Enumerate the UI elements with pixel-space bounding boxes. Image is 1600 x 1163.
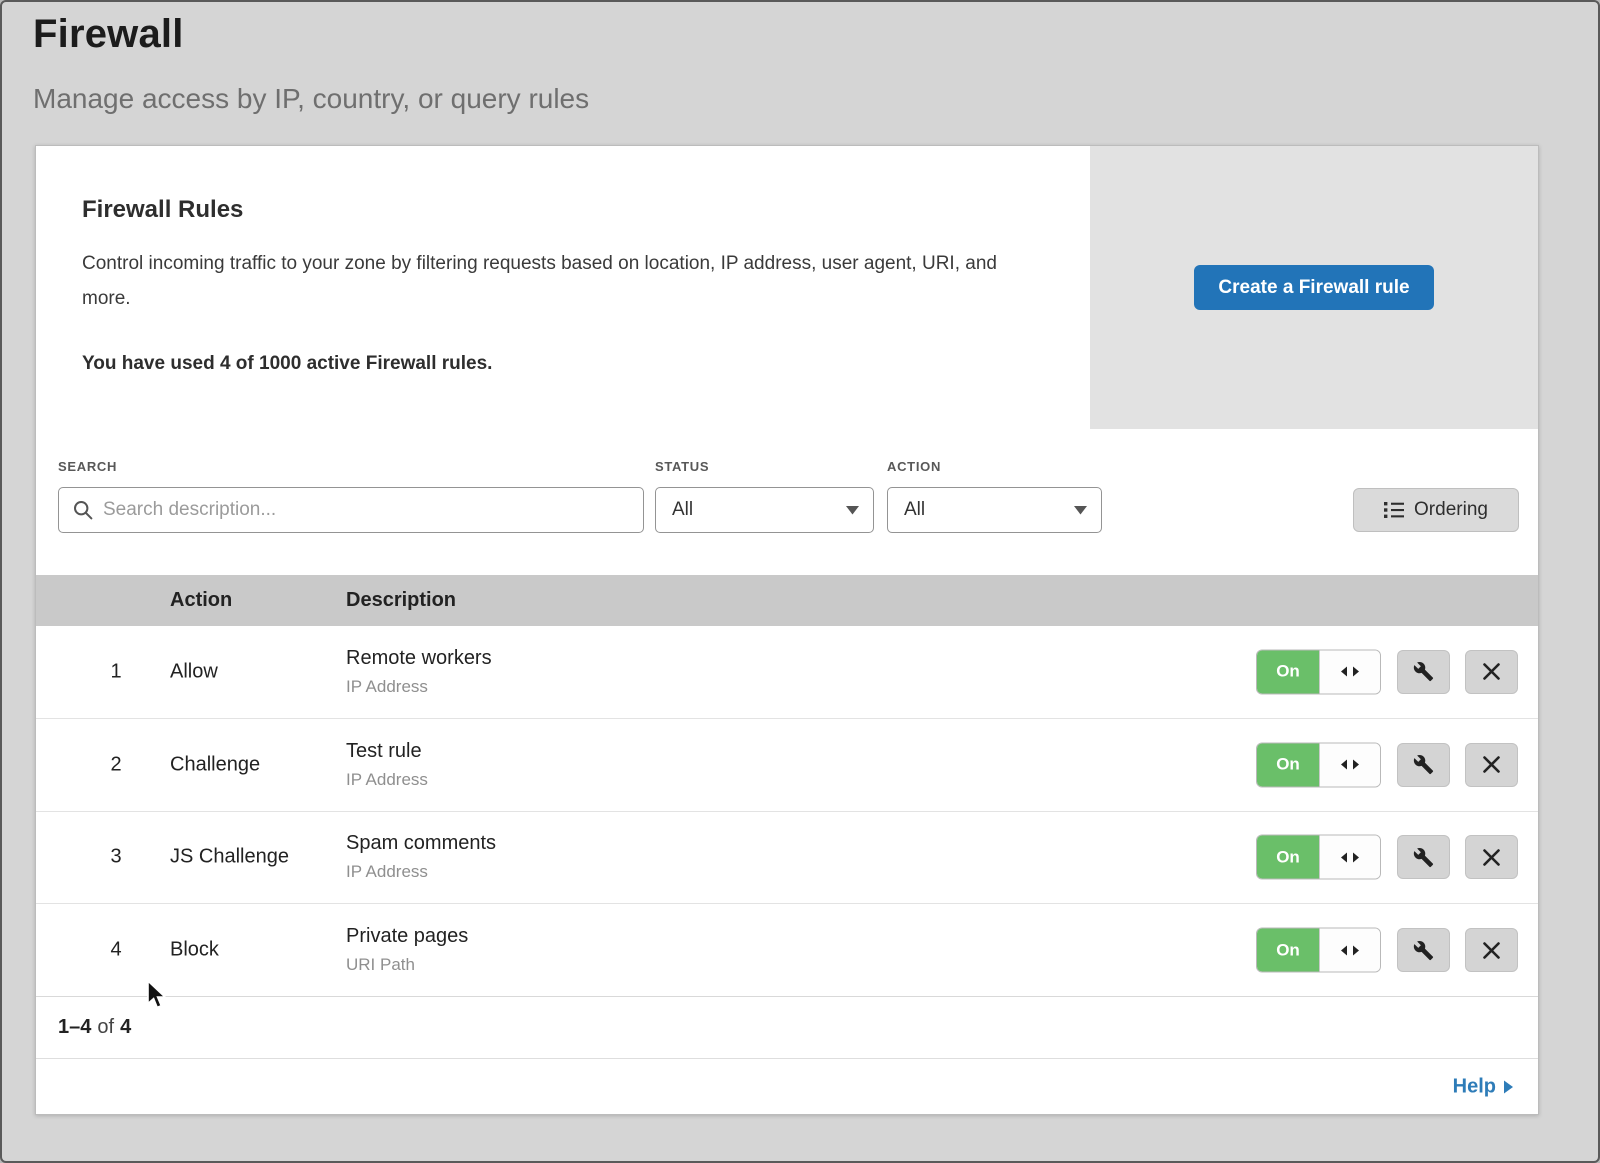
table-row: 2 Challenge Test rule IP Address On bbox=[36, 719, 1538, 812]
toggle-arrows-icon bbox=[1341, 852, 1359, 862]
rule-priority: 4 bbox=[96, 939, 136, 962]
create-firewall-rule-button[interactable]: Create a Firewall rule bbox=[1194, 265, 1433, 310]
action-label: ACTION bbox=[887, 459, 941, 474]
action-select[interactable]: All bbox=[887, 487, 1102, 533]
column-header-description: Description bbox=[346, 589, 456, 612]
wrench-icon bbox=[1413, 847, 1434, 868]
search-input[interactable] bbox=[58, 487, 644, 533]
toggle-handle[interactable] bbox=[1319, 650, 1380, 693]
toggle-handle[interactable] bbox=[1319, 743, 1380, 786]
ordering-list-icon bbox=[1384, 501, 1404, 519]
table-header: Action Description bbox=[36, 575, 1538, 626]
rule-description: Spam comments IP Address bbox=[346, 832, 496, 882]
rule-description-title: Remote workers bbox=[346, 647, 492, 670]
close-icon bbox=[1483, 663, 1500, 680]
page-subtitle: Manage access by IP, country, or query r… bbox=[33, 83, 589, 115]
toggle-handle[interactable] bbox=[1319, 929, 1380, 972]
toggle-on-label: On bbox=[1257, 743, 1319, 786]
rule-enabled-toggle[interactable]: On bbox=[1256, 649, 1381, 694]
page-header: Firewall Manage access by IP, country, o… bbox=[33, 12, 589, 115]
help-link[interactable]: Help bbox=[1453, 1076, 1513, 1099]
toggle-arrows-icon bbox=[1341, 667, 1359, 677]
status-select-value: All bbox=[672, 499, 693, 521]
chevron-down-icon bbox=[846, 506, 859, 515]
rule-match-type: IP Address bbox=[346, 677, 492, 697]
close-icon bbox=[1483, 849, 1500, 866]
delete-rule-button[interactable] bbox=[1465, 743, 1518, 787]
toggle-on-label: On bbox=[1257, 836, 1319, 879]
toggle-arrows-icon bbox=[1341, 945, 1359, 955]
delete-rule-button[interactable] bbox=[1465, 835, 1518, 879]
rule-match-type: URI Path bbox=[346, 955, 468, 975]
firewall-page: Firewall Manage access by IP, country, o… bbox=[0, 0, 1600, 1163]
table-row: 4 Block Private pages URI Path On bbox=[36, 904, 1538, 997]
status-label: STATUS bbox=[655, 459, 709, 474]
table-row: 3 JS Challenge Spam comments IP Address … bbox=[36, 812, 1538, 905]
status-select[interactable]: All bbox=[655, 487, 874, 533]
rule-description-title: Private pages bbox=[346, 925, 468, 948]
panel-heading: Firewall Rules bbox=[82, 196, 243, 224]
rule-match-type: IP Address bbox=[346, 862, 496, 882]
rule-description-title: Test rule bbox=[346, 740, 428, 763]
toggle-on-label: On bbox=[1257, 650, 1319, 693]
chevron-down-icon bbox=[1074, 506, 1087, 515]
search-icon bbox=[73, 500, 93, 520]
rule-priority: 2 bbox=[96, 753, 136, 776]
rule-match-type: IP Address bbox=[346, 770, 428, 790]
close-icon bbox=[1483, 756, 1500, 773]
rule-priority: 1 bbox=[96, 660, 136, 683]
column-header-action: Action bbox=[170, 589, 232, 612]
edit-rule-button[interactable] bbox=[1397, 743, 1450, 787]
ordering-button[interactable]: Ordering bbox=[1353, 488, 1519, 532]
filters-bar: SEARCH STATUS ACTION All All bbox=[36, 429, 1538, 575]
rule-description: Remote workers IP Address bbox=[346, 647, 492, 697]
delete-rule-button[interactable] bbox=[1465, 650, 1518, 694]
create-rule-panel: Create a Firewall rule bbox=[1090, 146, 1538, 429]
rule-description: Test rule IP Address bbox=[346, 740, 428, 790]
pagination-range: 1–4 bbox=[58, 1016, 91, 1039]
pagination: 1–4 of 4 bbox=[36, 997, 1538, 1059]
search-label: SEARCH bbox=[58, 459, 117, 474]
panel-usage-text: You have used 4 of 1000 active Firewall … bbox=[82, 353, 492, 375]
rule-action: JS Challenge bbox=[170, 846, 289, 869]
close-icon bbox=[1483, 942, 1500, 959]
arrow-right-icon bbox=[1504, 1081, 1513, 1094]
card-footer: Help bbox=[36, 1059, 1538, 1115]
ordering-button-label: Ordering bbox=[1414, 499, 1488, 521]
wrench-icon bbox=[1413, 661, 1434, 682]
edit-rule-button[interactable] bbox=[1397, 650, 1450, 694]
wrench-icon bbox=[1413, 940, 1434, 961]
toggle-on-label: On bbox=[1257, 929, 1319, 972]
pagination-of: of bbox=[97, 1016, 114, 1039]
rule-enabled-toggle[interactable]: On bbox=[1256, 835, 1381, 880]
rule-enabled-toggle[interactable]: On bbox=[1256, 742, 1381, 787]
panel-description: Control incoming traffic to your zone by… bbox=[82, 246, 1032, 316]
rule-priority: 3 bbox=[96, 846, 136, 869]
rule-action: Allow bbox=[170, 660, 218, 683]
rule-enabled-toggle[interactable]: On bbox=[1256, 928, 1381, 973]
table-row: 1 Allow Remote workers IP Address On bbox=[36, 626, 1538, 719]
delete-rule-button[interactable] bbox=[1465, 928, 1518, 972]
toggle-handle[interactable] bbox=[1319, 836, 1380, 879]
edit-rule-button[interactable] bbox=[1397, 835, 1450, 879]
rule-description-title: Spam comments bbox=[346, 832, 496, 855]
wrench-icon bbox=[1413, 754, 1434, 775]
firewall-rules-card: Firewall Rules Control incoming traffic … bbox=[35, 145, 1539, 1115]
rule-description: Private pages URI Path bbox=[346, 925, 468, 975]
search-box bbox=[58, 487, 644, 533]
help-link-label: Help bbox=[1453, 1076, 1496, 1099]
action-select-value: All bbox=[904, 499, 925, 521]
toggle-arrows-icon bbox=[1341, 760, 1359, 770]
rule-action: Block bbox=[170, 939, 219, 962]
pagination-total: 4 bbox=[120, 1016, 131, 1039]
top-panel: Firewall Rules Control incoming traffic … bbox=[36, 146, 1538, 429]
edit-rule-button[interactable] bbox=[1397, 928, 1450, 972]
page-title: Firewall bbox=[33, 12, 589, 57]
rule-action: Challenge bbox=[170, 753, 260, 776]
rules-list: 1 Allow Remote workers IP Address On bbox=[36, 626, 1538, 997]
